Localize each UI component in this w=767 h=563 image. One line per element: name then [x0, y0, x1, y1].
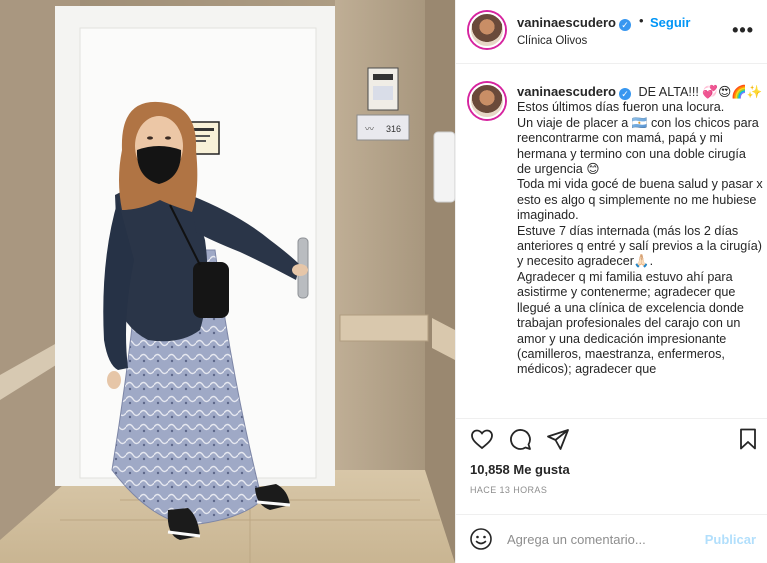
verified-badge-icon: ✓: [619, 19, 631, 31]
caption-line: Estuve 7 días internada (más los 2 días …: [517, 223, 762, 269]
action-bar: [456, 418, 767, 458]
caption-line: Agradecer q mi familia estuvo ahí para a…: [517, 269, 744, 377]
header-username-text[interactable]: vaninaescudero: [517, 15, 616, 30]
publish-button[interactable]: Publicar: [705, 532, 756, 547]
comment-input[interactable]: [507, 529, 697, 549]
caption-line: Estos últimos días fueron una locura.: [517, 100, 725, 115]
caption-first-line: DE ALTA!!! 💞😍🌈✨: [638, 85, 763, 99]
comment-icon[interactable]: [508, 427, 532, 451]
caption-line: Toda mi vida gocé de buena salud y pasar…: [517, 177, 763, 223]
location-link[interactable]: Clínica Olivos: [517, 35, 587, 47]
more-horizontal-icon[interactable]: •••: [732, 20, 754, 41]
likes-count[interactable]: 10,858 Me gusta: [470, 462, 570, 477]
caption-username[interactable]: vaninaescudero ✓: [517, 84, 631, 100]
comment-bar: Publicar: [456, 514, 767, 563]
wall-dispenser: [433, 131, 455, 203]
header-username[interactable]: vaninaescudero ✓: [517, 15, 631, 31]
black-bag: [193, 262, 229, 318]
emoji-icon[interactable]: [469, 527, 493, 551]
paper-plane-icon[interactable]: [546, 427, 570, 451]
verified-badge-icon: ✓: [619, 88, 631, 100]
avatar[interactable]: [469, 12, 505, 48]
caption-text: vaninaescudero ✓ DE ALTA!!! 💞😍🌈✨ Estos úl…: [517, 84, 763, 378]
post-detail-panel: vaninaescudero ✓ • Seguir Clínica Olivos …: [455, 0, 767, 563]
separator-dot: •: [639, 13, 644, 28]
room-number: 316: [386, 124, 401, 134]
svg-text:〰: 〰: [365, 124, 374, 134]
caption-username-text[interactable]: vaninaescudero: [517, 84, 616, 99]
bookmark-icon[interactable]: [736, 427, 760, 451]
caption-area: vaninaescudero ✓ DE ALTA!!! 💞😍🌈✨ Estos úl…: [456, 65, 767, 417]
post-timestamp[interactable]: HACE 13 HORAS: [470, 485, 547, 495]
heart-icon[interactable]: [470, 427, 494, 451]
follow-button[interactable]: Seguir: [650, 15, 690, 30]
caption-line: Un viaje de placer a 🇦🇷 con los chicos p…: [517, 115, 759, 177]
photo-scene: 〰 316: [0, 0, 455, 563]
post-header: vaninaescudero ✓ • Seguir Clínica Olivos …: [456, 0, 767, 64]
caption-line: vaninaescudero ✓ DE ALTA!!! 💞😍🌈✨: [517, 84, 763, 100]
post-photo[interactable]: 〰 316: [0, 0, 455, 563]
caption-avatar[interactable]: [469, 83, 505, 119]
wall-rail-right: [339, 314, 429, 342]
